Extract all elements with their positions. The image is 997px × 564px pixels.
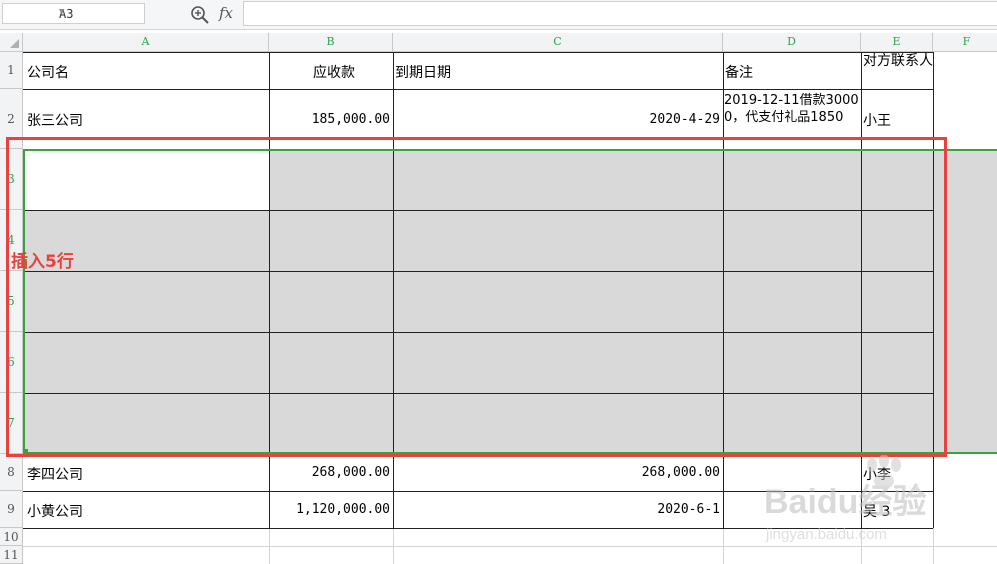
column-header-b[interactable]: B bbox=[269, 33, 393, 51]
watermark: Baidu经验 jingyan.baidu.com bbox=[764, 455, 926, 543]
name-box[interactable]: A3 ▼ bbox=[2, 3, 145, 24]
cell-e2[interactable]: 小王 bbox=[863, 110, 891, 130]
cell-a8[interactable]: 李四公司 bbox=[27, 464, 83, 484]
corner-triangle-icon bbox=[10, 39, 19, 48]
row-header-1[interactable]: 1 bbox=[0, 52, 23, 89]
formula-bar: A3 ▼ fx bbox=[0, 0, 997, 30]
cell-c9[interactable]: 2020-6-1 bbox=[393, 502, 720, 517]
cell-c1[interactable]: 到期日期 bbox=[395, 62, 451, 82]
cell-c2[interactable]: 2020-4-29 bbox=[393, 112, 720, 127]
row-header-11[interactable]: 11 bbox=[0, 546, 23, 564]
watermark-brand: Baidu经验 bbox=[764, 482, 926, 521]
column-header-a[interactable]: A bbox=[23, 33, 269, 51]
zoom-icon[interactable] bbox=[190, 5, 210, 25]
cell-e1[interactable]: 对方联系人 bbox=[863, 53, 933, 69]
cell-b9[interactable]: 1,120,000.00 bbox=[269, 502, 390, 517]
row-header-9[interactable]: 9 bbox=[0, 491, 23, 528]
cell-b8[interactable]: 268,000.00 bbox=[269, 465, 390, 480]
fx-icon[interactable]: fx bbox=[219, 4, 233, 22]
gridline bbox=[269, 528, 270, 564]
select-all-corner[interactable] bbox=[0, 33, 23, 51]
gridline bbox=[393, 528, 394, 564]
cell-c8[interactable]: 268,000.00 bbox=[393, 465, 720, 480]
formula-input[interactable] bbox=[243, 1, 997, 26]
cell-d1[interactable]: 备注 bbox=[725, 62, 753, 82]
column-header: A B C D E F bbox=[0, 33, 997, 52]
table-border bbox=[23, 89, 933, 90]
row-header-10[interactable]: 10 bbox=[0, 528, 23, 546]
watermark-url: jingyan.baidu.com bbox=[765, 526, 887, 543]
column-header-c[interactable]: C bbox=[393, 33, 723, 51]
cell-b1[interactable]: 应收款 bbox=[269, 62, 355, 82]
row-header-8[interactable]: 8 bbox=[0, 454, 23, 491]
cell-a1[interactable]: 公司名 bbox=[27, 62, 69, 82]
cell-a2[interactable]: 张三公司 bbox=[27, 110, 83, 130]
annotation-label: 插入5行 bbox=[11, 252, 74, 272]
annotation-box bbox=[6, 137, 947, 457]
column-header-f[interactable]: F bbox=[933, 33, 997, 51]
cell-a9[interactable]: 小黄公司 bbox=[27, 501, 83, 521]
chevron-down-icon[interactable]: ▼ bbox=[59, 7, 141, 17]
gridline bbox=[723, 528, 724, 564]
table-border bbox=[23, 52, 933, 53]
column-header-d[interactable]: D bbox=[723, 33, 861, 51]
column-header-e[interactable]: E bbox=[861, 33, 933, 51]
cell-b2[interactable]: 185,000.00 bbox=[269, 112, 390, 127]
